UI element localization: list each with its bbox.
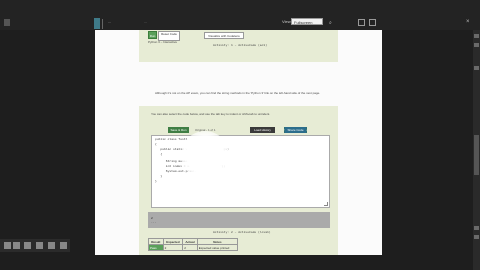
tab-hint-note: You can also select the code below, and … [151, 112, 271, 116]
move-icon[interactable] [13, 242, 20, 249]
breadcrumb-secondary[interactable]: ... [144, 19, 147, 24]
scrollbar-thumb[interactable] [474, 135, 479, 175]
expected-cell: 2 [162, 244, 184, 251]
eraser-icon[interactable] [474, 66, 479, 70]
toolbar-divider [102, 19, 103, 29]
output-panel [148, 212, 330, 228]
annotation-toolbar [0, 239, 70, 252]
camera-icon[interactable] [60, 242, 67, 249]
redo-icon[interactable] [474, 235, 479, 239]
pen-tool-icon[interactable] [24, 242, 31, 249]
screen: ... ... View Fullscreen ⌕ × Run Reset Co… [0, 0, 480, 270]
code-line: } [155, 180, 157, 183]
undo-icon[interactable] [474, 226, 479, 230]
save-run-button[interactable]: Save & Run [168, 127, 189, 133]
load-history-button[interactable]: Load History [250, 127, 275, 133]
actual-cell: 2 [182, 244, 198, 251]
top-toolbar: ... ... View Fullscreen ⌕ × [0, 0, 480, 30]
menu-icon[interactable] [4, 19, 10, 26]
close-icon[interactable]: × [466, 19, 470, 25]
zoom-icon[interactable]: ⌕ [329, 20, 332, 26]
view-label: View [282, 19, 291, 24]
activecode-block-1: Run Reset Code Visualize with Codelens P… [139, 30, 338, 62]
activity-status-2: Activity: 2 – ActiveCode (lcsm1) [213, 231, 271, 234]
code-language-label: Python 3 – Interactive [148, 40, 178, 44]
view-select[interactable]: Fullscreen [291, 18, 323, 25]
output-line: ... [151, 221, 157, 224]
result-cell: Pass [148, 244, 164, 251]
visualize-button[interactable]: Visualize with Codelens [204, 32, 244, 39]
share-code-button[interactable]: Share Code [285, 127, 306, 133]
whiteboard-icon[interactable] [48, 242, 55, 249]
cursor-spotlight [181, 131, 229, 179]
fullscreen-icon[interactable] [369, 19, 376, 26]
code-line: { [155, 153, 163, 156]
notes-cell: Expected value printed [196, 244, 239, 251]
code-line: } [155, 175, 163, 178]
resize-handle[interactable] [324, 202, 328, 206]
code-editor[interactable]: public class Test1 { public static void … [151, 135, 330, 208]
code-line: { [155, 143, 157, 146]
breadcrumb[interactable]: ... [108, 19, 111, 24]
instruction-paragraph: Although it's not on the AP exam, you ca… [155, 91, 321, 95]
output-text: 2 ... [151, 217, 156, 225]
pen-icon[interactable] [474, 34, 479, 38]
highlight-icon[interactable] [474, 43, 479, 47]
unit-test-results: Result Expected Actual Notes Pass 2 2 Ex… [148, 238, 239, 251]
layout-icon[interactable] [358, 19, 365, 26]
activity-status: Activity: 1 – ActiveCode (ac1) [213, 44, 268, 47]
document-page: Run Reset Code Visualize with Codelens P… [95, 30, 382, 255]
run-button[interactable]: Run [148, 31, 157, 39]
code-line: public class Test1 [155, 138, 188, 141]
pointer-icon[interactable] [4, 242, 11, 249]
marker-icon[interactable] [36, 242, 43, 249]
app-logo-icon [94, 18, 100, 29]
